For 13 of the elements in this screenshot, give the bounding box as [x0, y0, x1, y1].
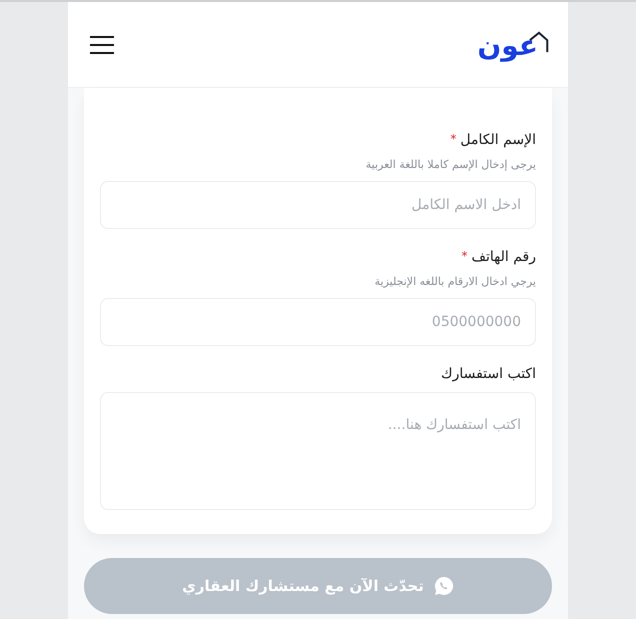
required-mark: * — [462, 249, 468, 263]
required-mark: * — [450, 132, 456, 146]
input-field[interactable]: ادخل الاسم الكامل — [100, 181, 536, 229]
menu-icon[interactable] — [90, 36, 114, 54]
logo[interactable]: عون — [477, 30, 550, 60]
field-hint: يرجي ادخال الارقام باللغه الإنجليزية — [374, 275, 536, 288]
field-hint: يرجى إدخال الإسم كاملا باللغة العربية — [364, 158, 536, 171]
field-label: الإسم الكامل — [460, 132, 536, 148]
field-label: اكتب استفسارك — [441, 366, 536, 382]
phone-bubble-icon — [434, 576, 454, 596]
field-label: رقم الهاتف — [472, 249, 536, 265]
input-field[interactable]: 0500000000 — [100, 298, 536, 346]
text-area[interactable]: اكتب استفسارك هنا.... — [100, 392, 536, 510]
